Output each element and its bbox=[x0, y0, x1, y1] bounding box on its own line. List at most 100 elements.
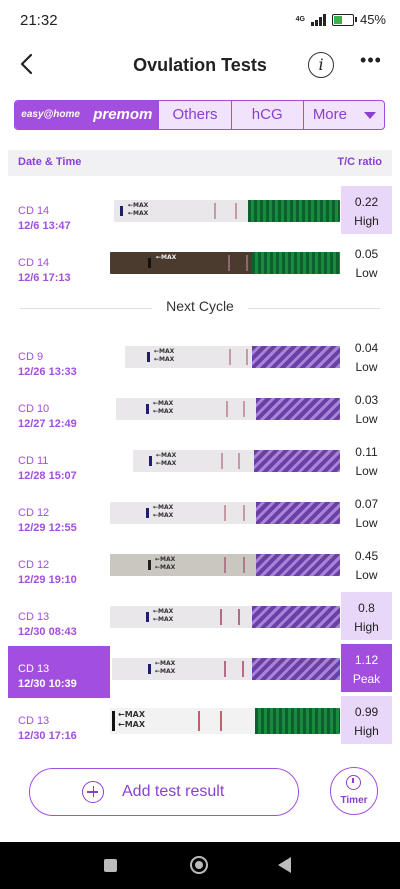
battery-icon bbox=[331, 13, 357, 26]
test-row[interactable]: CD 9 12/26 13:33 ←MAX ←MAX 0.04 Low bbox=[0, 340, 400, 388]
info-icon[interactable]: i bbox=[308, 52, 334, 78]
cycle-day: CD 14 bbox=[18, 257, 50, 269]
test-row[interactable]: CD 12 12/29 12:55 ←MAX ←MAX 0.07 Low bbox=[0, 496, 400, 544]
cycle-day: CD 10 bbox=[18, 403, 50, 415]
test-strip-image: ←MAX ←MAX bbox=[110, 606, 340, 628]
tab-more[interactable]: More bbox=[304, 101, 384, 129]
tc-ratio-level: Low bbox=[355, 360, 378, 374]
ratio-cell: 0.8 High bbox=[341, 592, 392, 640]
test-datetime: 12/26 13:33 bbox=[18, 366, 77, 378]
tc-ratio-value: 0.11 bbox=[355, 445, 378, 459]
ratio-cell: 0.03 Low bbox=[341, 384, 392, 432]
add-test-result-label: Add test result bbox=[122, 783, 225, 800]
add-test-result-button[interactable]: Add test result bbox=[29, 768, 299, 816]
tc-ratio-value: 0.05 bbox=[354, 247, 379, 261]
test-datetime: 12/28 15:07 bbox=[18, 470, 77, 482]
home-icon[interactable] bbox=[190, 856, 208, 874]
cycle-day: CD 13 bbox=[18, 663, 50, 675]
tc-ratio-level: Low bbox=[355, 412, 378, 426]
ratio-cell: 0.04 Low bbox=[341, 332, 392, 380]
clock-icon bbox=[346, 775, 361, 790]
timer-button[interactable]: Timer bbox=[330, 767, 378, 815]
ratio-cell: 0.11 Low bbox=[341, 436, 392, 484]
tab-easy-at-home[interactable]: easy@home bbox=[15, 101, 88, 129]
status-time: 21:32 bbox=[20, 12, 58, 29]
test-row[interactable]: CD 13 12/30 17:16 ←MAX ←MAX 0.99 High bbox=[0, 696, 400, 752]
column-tc-ratio: T/C ratio bbox=[337, 156, 382, 168]
status-icons: 4G 45% bbox=[296, 12, 386, 27]
timer-label: Timer bbox=[340, 795, 368, 806]
cycle-day: CD 13 bbox=[18, 611, 50, 623]
test-strip-image: ←MAX ←MAX bbox=[110, 708, 340, 734]
tab-hcg[interactable]: hCG bbox=[232, 101, 304, 129]
app-header: Ovulation Tests i ••• bbox=[0, 40, 400, 90]
column-date-time: Date & Time bbox=[18, 156, 82, 168]
tc-ratio-level: Low bbox=[355, 516, 378, 530]
tab-premom[interactable]: premom bbox=[87, 101, 160, 129]
plus-circle-icon bbox=[82, 781, 104, 803]
cycle-day: CD 12 bbox=[18, 507, 50, 519]
network-type: 4G bbox=[295, 16, 305, 23]
ratio-cell: 0.05 Low bbox=[341, 238, 392, 286]
tc-ratio-value: 0.03 bbox=[354, 393, 379, 407]
battery-level: 45% bbox=[359, 12, 386, 27]
tc-ratio-value: 0.07 bbox=[354, 497, 379, 511]
test-strip-image: ←MAX ←MAX bbox=[133, 450, 340, 472]
back-triangle-icon[interactable] bbox=[278, 857, 291, 873]
tc-ratio-value: 0.45 bbox=[354, 549, 379, 563]
status-bar: 21:32 4G 45% bbox=[0, 0, 400, 40]
test-row-selected[interactable]: CD 13 12/30 10:39 ←MAX ←MAX 1.12 Peak bbox=[0, 644, 400, 700]
tc-ratio-level: Low bbox=[355, 464, 378, 478]
test-row[interactable]: CD 13 12/30 08:43 ←MAX ←MAX 0.8 High bbox=[0, 592, 400, 648]
tc-ratio-level: Peak bbox=[352, 672, 381, 686]
test-strip-image: ←MAX ←MAX bbox=[112, 658, 340, 680]
recents-icon[interactable] bbox=[104, 859, 117, 872]
test-strip-image: ←MAX ←MAX bbox=[114, 200, 340, 222]
ratio-cell: 0.99 High bbox=[341, 696, 392, 744]
test-datetime: 12/6 13:47 bbox=[18, 220, 71, 232]
tab-more-label: More bbox=[312, 106, 347, 123]
test-strip-image: ←MAX ←MAX bbox=[116, 398, 340, 420]
column-header: Date & Time T/C ratio bbox=[8, 150, 392, 176]
tc-ratio-level: Low bbox=[355, 568, 378, 582]
test-row[interactable]: CD 11 12/28 15:07 ←MAX ←MAX 0.11 Low bbox=[0, 444, 400, 492]
ratio-cell: 0.22 High bbox=[341, 186, 392, 234]
test-datetime: 12/29 19:10 bbox=[18, 574, 77, 586]
cycle-day: CD 11 bbox=[18, 455, 49, 467]
cycle-day: CD 13 bbox=[18, 715, 50, 727]
ratio-cell: 0.45 Low bbox=[341, 540, 392, 588]
test-row[interactable]: CD 12 12/29 19:10 ←MAX ←MAX 0.45 Low bbox=[0, 548, 400, 596]
ratio-cell: 0.07 Low bbox=[341, 488, 392, 536]
page-title: Ovulation Tests bbox=[133, 55, 267, 75]
signal-icon bbox=[310, 13, 326, 26]
caret-down-icon bbox=[364, 112, 377, 119]
next-cycle-label: Next Cycle bbox=[152, 298, 248, 314]
cycle-day: CD 9 bbox=[18, 351, 44, 363]
cycle-day: CD 14 bbox=[18, 205, 50, 217]
tc-ratio-level: High bbox=[354, 620, 379, 634]
tc-ratio-level: Low bbox=[355, 266, 378, 280]
test-datetime: 12/29 12:55 bbox=[18, 522, 77, 534]
test-row[interactable]: CD 14 12/6 13:47 ←MAX ←MAX 0.22 High bbox=[0, 186, 400, 242]
test-row[interactable]: CD 14 12/6 17:13 ←MAX 0.05 Low bbox=[0, 246, 400, 294]
brand-tabs: easy@home premom Others hCG More bbox=[14, 100, 385, 130]
more-options-icon[interactable]: ••• bbox=[358, 50, 384, 76]
test-datetime: 12/27 12:49 bbox=[18, 418, 77, 430]
test-datetime: 12/6 17:13 bbox=[18, 272, 71, 284]
test-datetime: 12/30 17:16 bbox=[18, 730, 77, 742]
tc-ratio-value: 0.04 bbox=[354, 341, 379, 355]
tc-ratio-value: 0.8 bbox=[358, 601, 375, 615]
test-strip-image: ←MAX ←MAX bbox=[110, 554, 340, 576]
tab-others[interactable]: Others bbox=[159, 101, 232, 129]
ratio-cell: 1.12 Peak bbox=[341, 644, 392, 692]
test-row[interactable]: CD 10 12/27 12:49 ←MAX ←MAX 0.03 Low bbox=[0, 392, 400, 440]
tc-ratio-value: 0.99 bbox=[354, 705, 379, 719]
cycle-day: CD 12 bbox=[18, 559, 50, 571]
system-nav-bar bbox=[0, 842, 400, 889]
tc-ratio-value: 0.22 bbox=[354, 195, 379, 209]
tc-ratio-level: High bbox=[354, 214, 379, 228]
test-strip-image: ←MAX ←MAX bbox=[125, 346, 340, 368]
tc-ratio-value: 1.12 bbox=[354, 653, 379, 667]
tc-ratio-level: High bbox=[354, 724, 379, 738]
test-datetime: 12/30 10:39 bbox=[18, 678, 77, 690]
